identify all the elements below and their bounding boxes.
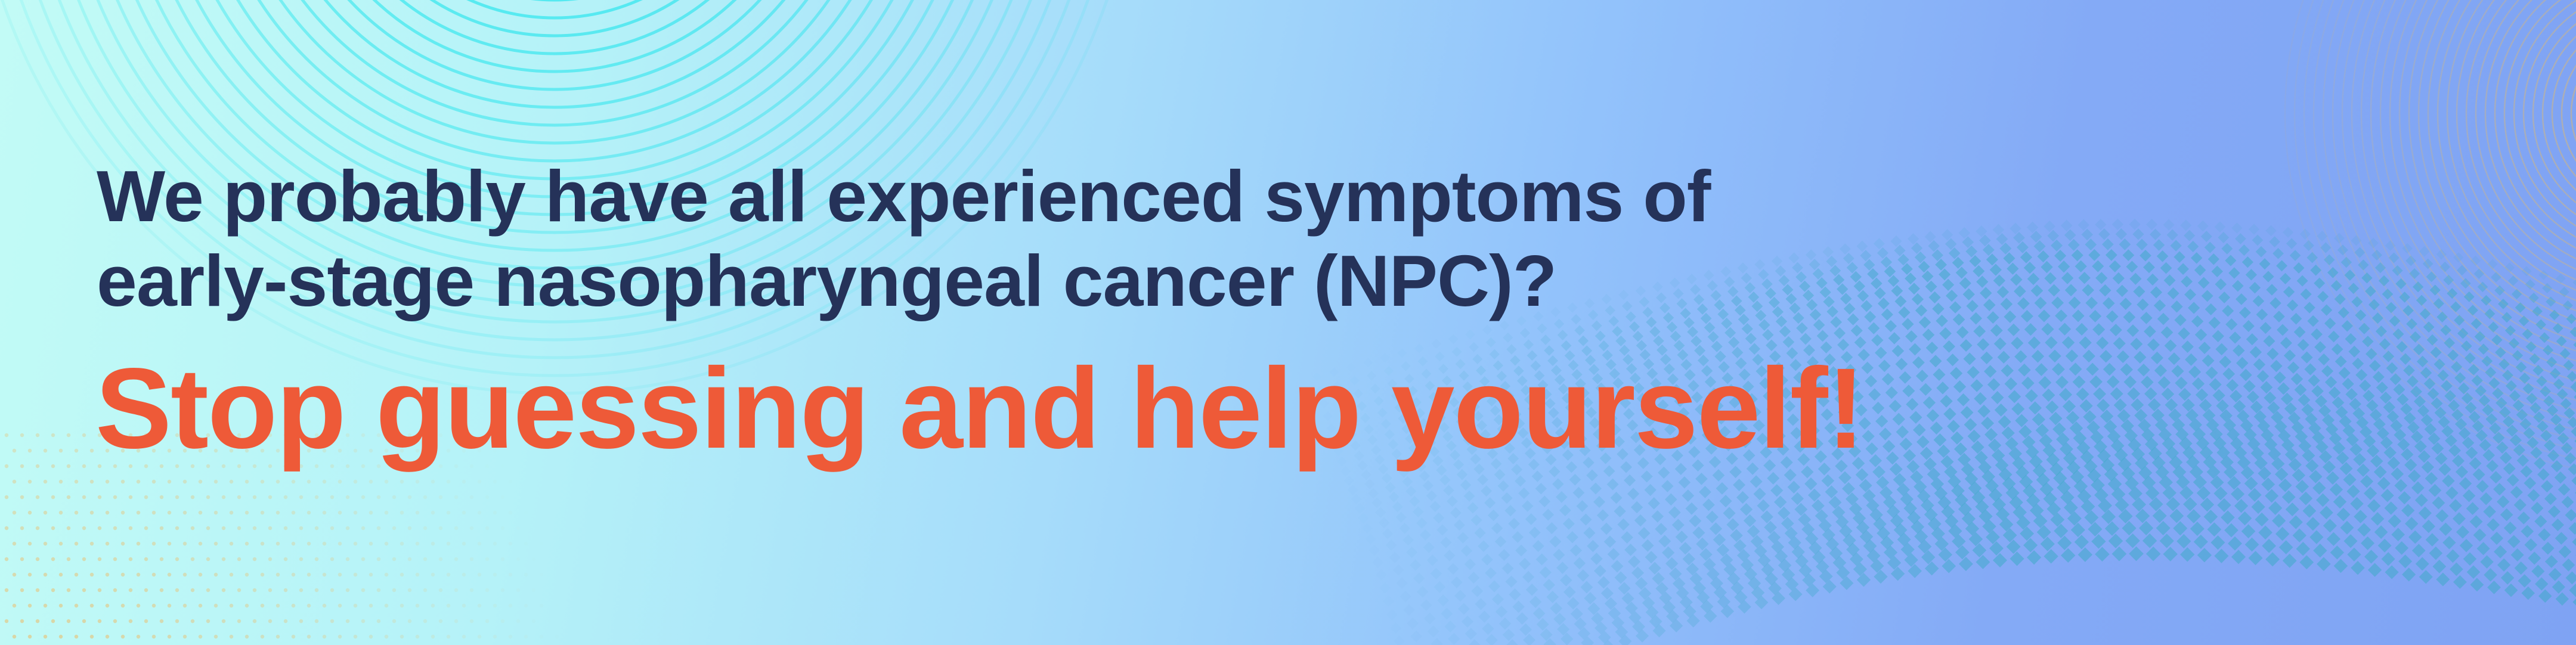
headline: We probably have all experienced symptom… xyxy=(97,154,1711,323)
headline-line-1: We probably have all experienced symptom… xyxy=(97,156,1711,237)
concentric-rings-right xyxy=(2284,0,2576,470)
tagline: Stop guessing and help yourself! xyxy=(95,344,1865,472)
npc-banner: We probably have all experienced symptom… xyxy=(0,0,2576,645)
headline-line-2: early-stage nasopharyngeal cancer (NPC)? xyxy=(97,240,1557,321)
